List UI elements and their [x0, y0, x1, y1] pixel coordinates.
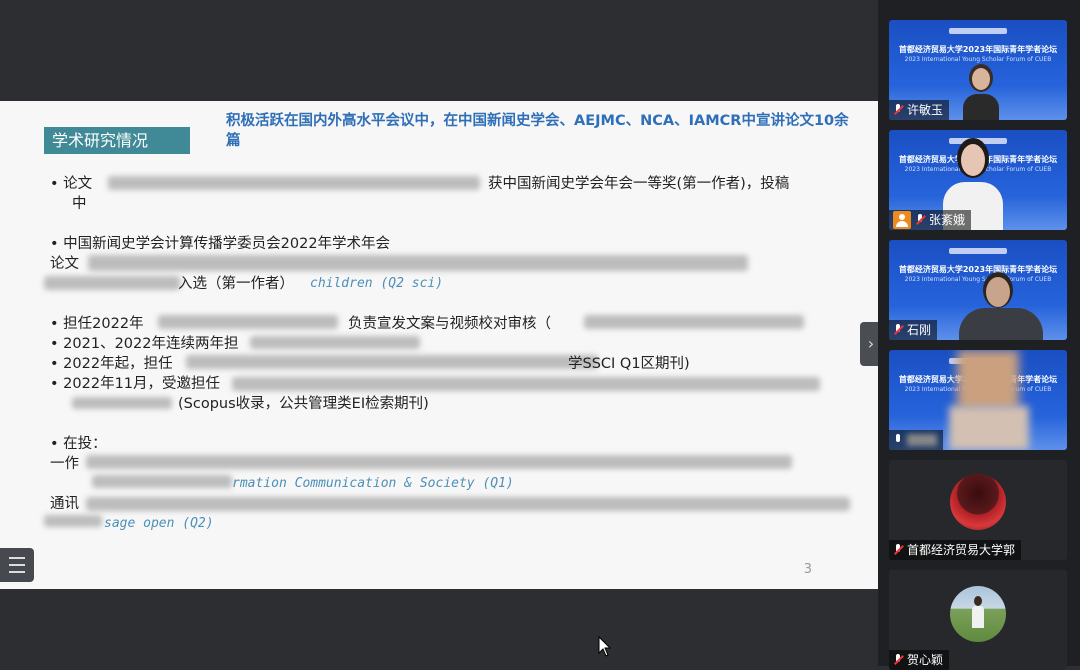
forum-banner-subtitle: 2023 International Young Scholar Forum o… — [904, 56, 1052, 63]
university-logo — [949, 248, 1007, 254]
participant-tile[interactable]: 首都经济贸易大学2023年国际青年学者论坛 2023 International… — [889, 350, 1067, 450]
participant-video — [963, 64, 999, 120]
avatar-figure — [974, 596, 982, 606]
slide-menu-button[interactable] — [0, 548, 34, 582]
first-author-label: 一作 — [50, 456, 79, 472]
redacted-text — [72, 397, 172, 409]
participant-name: 许敏玉 — [907, 103, 944, 117]
bullet-submitted: • 在投： — [50, 436, 107, 452]
section-tag: 学术研究情况 — [44, 127, 190, 154]
bullet-paper-prefix: • 论文 — [50, 176, 93, 192]
shared-screen-area: 学术研究情况 积极活跃在国内外高水平会议中，在中国新闻史学会、AEJMC、NCA… — [0, 0, 878, 666]
corresponding-author-label: 通讯 — [50, 496, 79, 512]
presentation-slide: 学术研究情况 积极活跃在国内外高水平会议中，在中国新闻史学会、AEJMC、NCA… — [0, 101, 878, 589]
conference-paper-label: 论文 — [50, 256, 79, 272]
redacted-text — [86, 455, 792, 469]
bullet-since-2022: • 2022年起，担任 — [50, 356, 173, 372]
bullet-two-years: • 2021、2022年连续两年担 — [50, 336, 239, 352]
participant-name: 贺心颖 — [907, 653, 944, 667]
conference-journal: children (Q2 sci) — [310, 276, 444, 291]
redacted-text — [232, 377, 820, 391]
participant-name: 石刚 — [907, 323, 932, 337]
slide-headline: 积极活跃在国内外高水平会议中，在中国新闻史学会、AEJMC、NCA、IAMCR中… — [226, 113, 849, 149]
bullet-since-2022-suffix: 学SSCI Q1区期刊) — [568, 356, 690, 372]
participant-video-blurred — [943, 350, 1035, 450]
participant-name-tag: 石刚 — [889, 320, 938, 340]
avatar-figure-body — [972, 606, 984, 628]
chevron-right-icon: › — [867, 334, 875, 353]
mouse-cursor-icon — [598, 636, 612, 657]
redacted-text — [86, 497, 850, 511]
redacted-text — [92, 475, 232, 488]
redacted-text — [44, 276, 180, 290]
redacted-text — [108, 176, 480, 190]
participant-name-tag: 贺心颖 — [889, 650, 950, 670]
participant-name: 首都经济贸易大学郭 — [907, 543, 1016, 557]
participant-name-tag: 首都经济贸易大学郭 — [889, 540, 1022, 560]
submitted-journal-1: rmation Communication & Society (Q1) — [232, 476, 514, 491]
participant-name: 张紊娥 — [929, 213, 966, 227]
participant-tile[interactable]: 首都经济贸易大学郭 — [889, 460, 1067, 560]
participant-name-tag — [889, 430, 943, 450]
redacted-text — [88, 255, 748, 271]
mic-muted-icon — [893, 324, 903, 336]
redacted-text — [250, 336, 420, 349]
bullet-nov-2022: • 2022年11月，受邀担任 — [50, 376, 221, 392]
mic-muted-icon — [893, 544, 903, 556]
bullet-role-2022: • 担任2022年 — [50, 316, 144, 332]
participant-name-tag: 许敏玉 — [889, 100, 950, 120]
hamburger-icon — [9, 557, 25, 573]
university-logo — [949, 28, 1007, 34]
avatar — [950, 474, 1006, 530]
bullet-role-suffix: 负责宣发文案与视频校对审核（ — [348, 316, 551, 332]
participant-tile[interactable]: 贺心颖 — [889, 570, 1067, 670]
bullet-nov-2022-wrap: (Scopus收录，公共管理类EI检索期刊) — [178, 396, 429, 412]
participant-tile[interactable]: 首都经济贸易大学2023年国际青年学者论坛 2023 International… — [889, 20, 1067, 120]
submitted-journal-2: sage open (Q2) — [104, 516, 214, 531]
mic-muted-icon — [893, 654, 903, 666]
mic-muted-icon — [893, 104, 903, 116]
participant-video — [959, 272, 1043, 340]
participant-tile[interactable]: 首都经济贸易大学2023年国际青年学者论坛 2023 International… — [889, 130, 1067, 230]
bullet-paper-wrap: 中 — [72, 196, 87, 212]
participant-name-tag: 张紊娥 — [889, 210, 972, 230]
redacted-text — [186, 355, 598, 369]
participant-tile[interactable]: 首都经济贸易大学2023年国际青年学者论坛 2023 International… — [889, 240, 1067, 340]
mic-icon — [893, 434, 903, 446]
mic-muted-icon — [915, 214, 925, 226]
bullet-conference: • 中国新闻史学会计算传播学委员会2022年学术年会 — [50, 236, 391, 252]
bullet-paper-suffix: 获中国新闻史学会年会一等奖(第一作者)，投稿 — [488, 176, 790, 192]
conference-selected: 入选（第一作者） — [178, 276, 294, 292]
slide-page-number: 3 — [803, 562, 812, 577]
redacted-text — [158, 315, 338, 329]
redacted-name — [907, 434, 937, 446]
redacted-text — [584, 315, 804, 329]
forum-banner: 首都经济贸易大学2023年国际青年学者论坛 — [898, 45, 1058, 54]
user-icon — [893, 211, 911, 229]
redacted-text — [44, 515, 102, 527]
